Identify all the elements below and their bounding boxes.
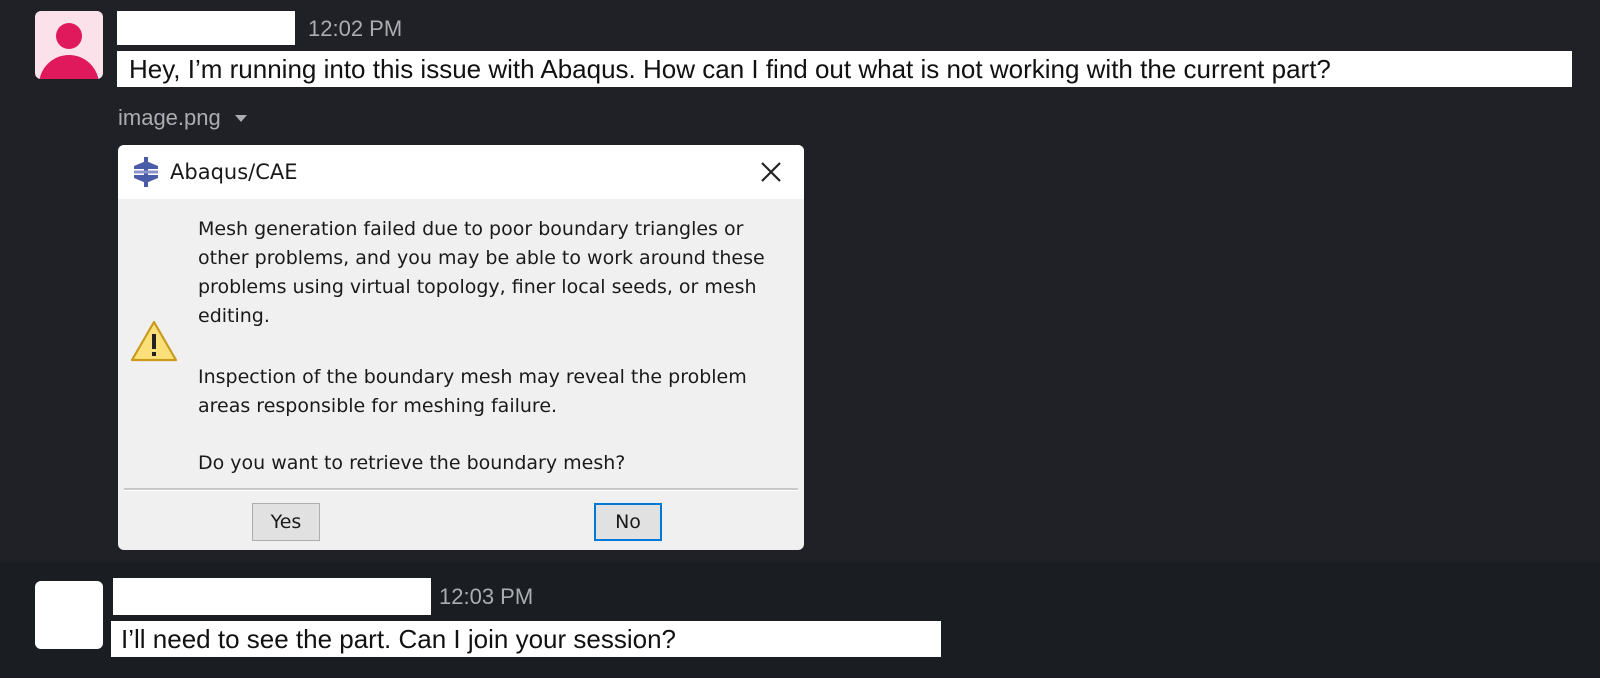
message-text: I’ll need to see the part. Can I join yo… — [111, 621, 941, 657]
attachment-filename[interactable]: image.png — [118, 105, 221, 131]
redacted-username[interactable] — [117, 11, 295, 45]
redacted-username[interactable] — [113, 578, 431, 615]
dialog-message-paragraph: Inspection of the boundary mesh may reve… — [198, 366, 747, 417]
attachment-header[interactable]: image.png — [118, 105, 247, 131]
close-icon[interactable] — [756, 157, 786, 187]
avatar-head — [56, 23, 82, 49]
message-text: Hey, I’m running into this issue with Ab… — [117, 51, 1572, 87]
avatar[interactable] — [35, 581, 103, 649]
abaqus-logo-icon — [134, 157, 158, 187]
yes-button[interactable]: Yes — [252, 503, 320, 541]
avatar-body — [39, 55, 99, 79]
no-button[interactable]: No — [594, 503, 662, 541]
message-timestamp[interactable]: 12:02 PM — [308, 16, 402, 42]
attachment-image-dialog[interactable]: Abaqus/CAE Mesh generation failed due to… — [118, 145, 804, 550]
dialog-title: Abaqus/CAE — [170, 160, 298, 184]
warning-icon — [130, 320, 178, 362]
dialog-message-paragraph: Mesh generation failed due to poor bound… — [198, 218, 765, 327]
caret-down-icon[interactable] — [234, 114, 247, 122]
avatar[interactable] — [35, 11, 103, 79]
dialog-question: Do you want to retrieve the boundary mes… — [198, 452, 626, 474]
message-timestamp[interactable]: 12:03 PM — [439, 584, 533, 610]
dialog-divider — [124, 488, 798, 491]
